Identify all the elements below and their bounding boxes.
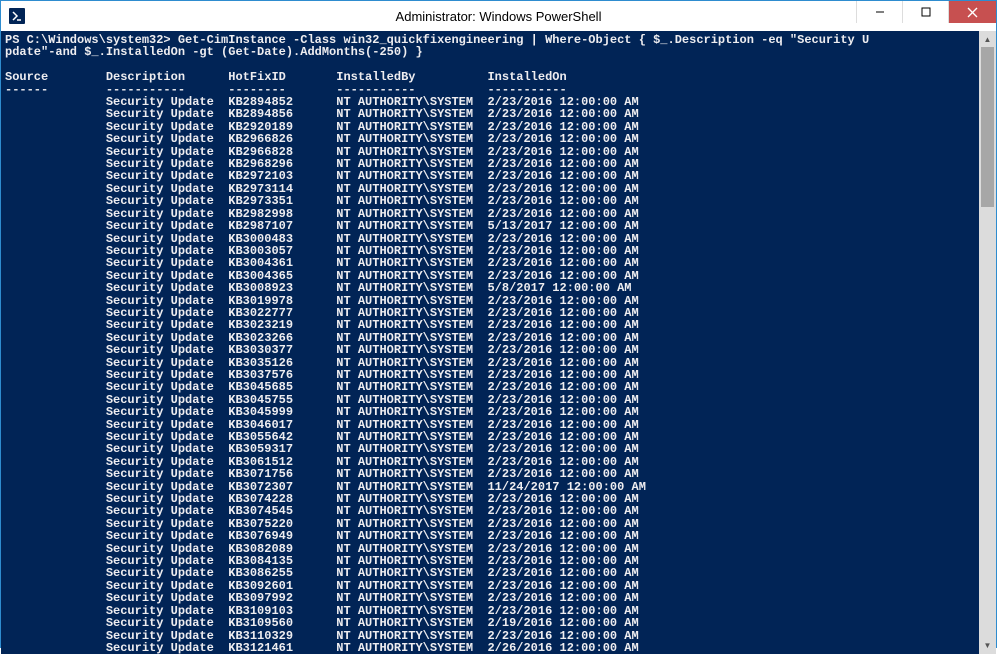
close-icon bbox=[967, 7, 978, 18]
console-output[interactable]: PS C:\Windows\system32> Get-CimInstance … bbox=[1, 31, 979, 654]
scroll-up-button[interactable]: ▲ bbox=[979, 31, 996, 48]
close-button[interactable] bbox=[948, 1, 996, 23]
console-area: PS C:\Windows\system32> Get-CimInstance … bbox=[1, 31, 996, 654]
powershell-window: Administrator: Windows PowerShell PS C:\… bbox=[0, 0, 997, 648]
vertical-scrollbar[interactable]: ▲ ▼ bbox=[979, 31, 996, 654]
scroll-down-button[interactable]: ▼ bbox=[979, 637, 996, 654]
minimize-button[interactable] bbox=[856, 1, 902, 23]
powershell-icon bbox=[9, 8, 25, 24]
maximize-icon bbox=[921, 7, 931, 17]
titlebar[interactable]: Administrator: Windows PowerShell bbox=[1, 1, 996, 31]
maximize-button[interactable] bbox=[902, 1, 948, 23]
minimize-icon bbox=[875, 7, 885, 17]
window-controls bbox=[856, 1, 996, 23]
window-title: Administrator: Windows PowerShell bbox=[1, 9, 996, 24]
scrollbar-thumb[interactable] bbox=[981, 47, 994, 207]
